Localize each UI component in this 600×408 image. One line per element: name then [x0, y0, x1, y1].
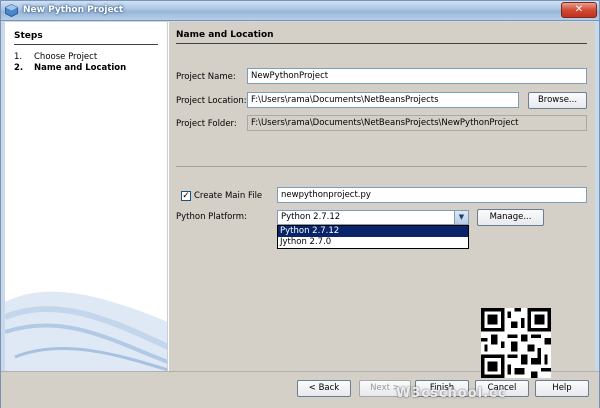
step-number: 2. [14, 63, 24, 73]
window-title: New Python Project [23, 5, 124, 15]
back-button[interactable]: < Back [297, 380, 351, 397]
browse-button[interactable]: Browse... [528, 92, 587, 109]
platform-option-python[interactable]: Python 2.7.12 [278, 226, 468, 237]
manage-button[interactable]: Manage... [477, 209, 544, 226]
project-location-field[interactable]: F:\Users\rama\Documents\NetBeansProjects [247, 92, 519, 108]
section-divider [176, 43, 587, 44]
project-folder-label: Project Folder: [176, 119, 237, 129]
step-choose-project: 1. Choose Project [14, 52, 97, 62]
help-button[interactable]: Help [535, 380, 589, 397]
python-platform-selected: Python 2.7.12 [281, 212, 341, 222]
chevron-down-icon[interactable]: ▼ [454, 211, 468, 224]
step-number: 1. [14, 52, 23, 62]
project-name-label: Project Name: [176, 72, 236, 82]
steps-title: Steps [14, 31, 43, 41]
close-button[interactable]: ✕ [561, 2, 597, 18]
step-label: Name and Location [34, 63, 127, 73]
section-title: Name and Location [176, 30, 274, 40]
site-watermark: W3cschool.cc [396, 386, 507, 401]
python-platform-label: Python Platform: [176, 212, 247, 222]
title-bar[interactable]: New Python Project ✕ [1, 1, 599, 21]
create-main-file-label[interactable]: Create Main File [194, 191, 262, 201]
step-label: Choose Project [34, 52, 98, 62]
python-platform-dropdown-list: Python 2.7.12 Jython 2.7.0 [277, 225, 469, 249]
netbeans-app-icon [5, 4, 18, 17]
main-file-name-field[interactable]: newpythonproject.py [277, 187, 587, 203]
new-python-project-dialog: New Python Project ✕ Steps 1. Choose Proj… [0, 0, 600, 408]
separator [176, 166, 587, 167]
steps-divider [14, 44, 158, 45]
decorative-swoosh-graphic [5, 291, 167, 371]
steps-pane: Steps 1. Choose Project 2. Name and Locati… [5, 22, 168, 371]
step-name-and-location: 2. Name and Location [14, 63, 126, 73]
python-platform-combobox[interactable]: Python 2.7.12 ▼ [277, 210, 469, 225]
qr-code-watermark [481, 308, 551, 378]
create-main-file-checkbox[interactable]: ✓ [181, 191, 191, 201]
project-location-label: Project Location: [176, 96, 247, 106]
platform-option-jython[interactable]: Jython 2.7.0 [278, 237, 468, 248]
project-folder-field: F:\Users\rama\Documents\NetBeansProjects… [247, 115, 587, 131]
project-name-field[interactable]: NewPythonProject [247, 68, 587, 84]
